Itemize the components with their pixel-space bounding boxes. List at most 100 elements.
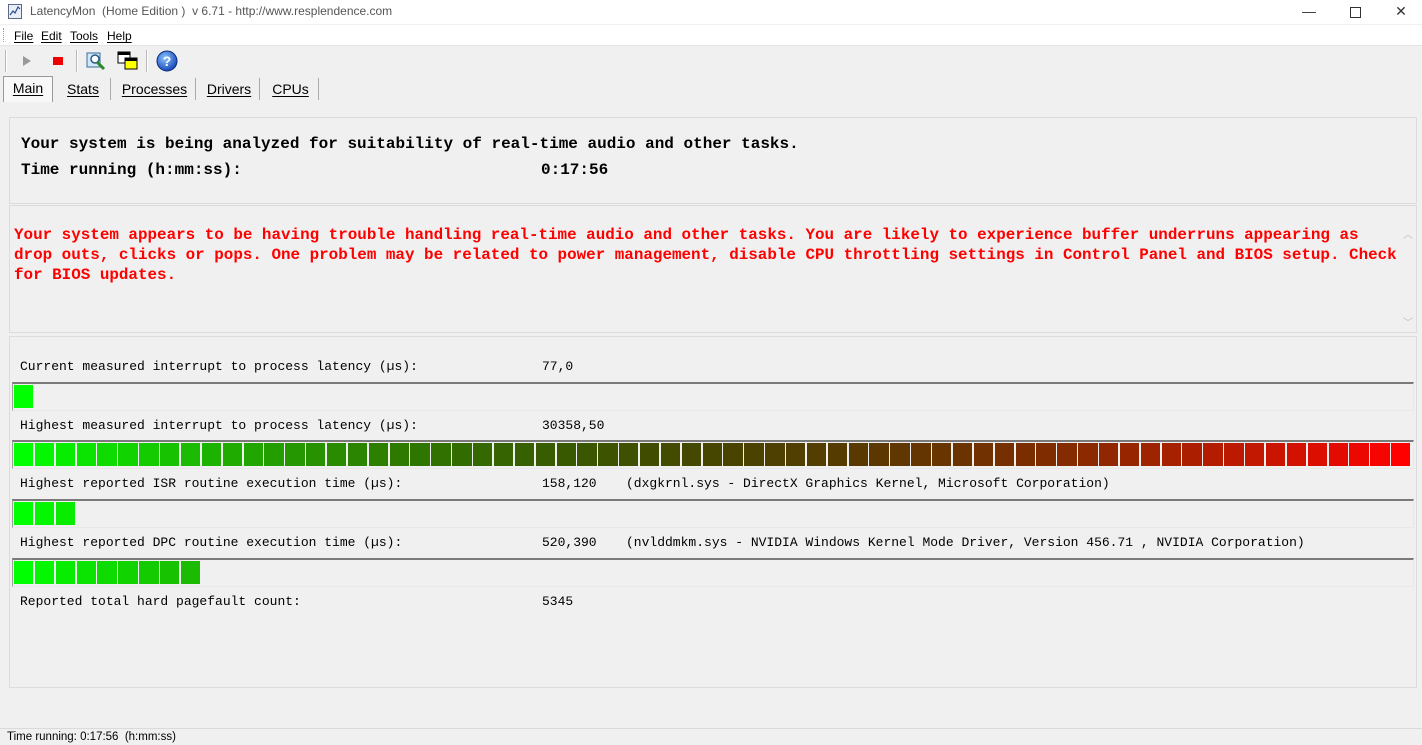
bar-segment bbox=[1203, 443, 1223, 466]
bar-segment bbox=[285, 443, 305, 466]
highest-latency-label: Highest measured interrupt to process la… bbox=[20, 418, 418, 433]
bar-segment bbox=[264, 443, 284, 466]
bar-segment bbox=[76, 443, 96, 466]
current-latency-value: 77,0 bbox=[542, 359, 574, 374]
bar-segment bbox=[1057, 443, 1077, 466]
highest-latency-bar bbox=[12, 440, 1414, 469]
stop-icon[interactable] bbox=[45, 49, 71, 73]
bar-segment bbox=[222, 443, 243, 466]
bar-segment bbox=[660, 443, 681, 466]
tab-processes[interactable]: Processes bbox=[114, 78, 196, 100]
time-running-value: 0:17:56 bbox=[541, 161, 609, 179]
current-latency-bar bbox=[12, 382, 1414, 411]
warning-message: Your system appears to be having trouble… bbox=[14, 226, 1397, 284]
bar-segment bbox=[1224, 443, 1244, 466]
bar-segment bbox=[1119, 443, 1140, 466]
bar-segment bbox=[389, 443, 409, 466]
status-text: Time running: 0:17:56 (h:mm:ss) bbox=[7, 731, 176, 743]
menu-bar: File Edit Tools Help bbox=[0, 25, 1422, 46]
minimize-icon: — bbox=[1302, 3, 1316, 19]
bar-segment bbox=[681, 443, 702, 466]
bar-segment bbox=[702, 443, 722, 466]
bar-segment bbox=[1349, 443, 1369, 466]
tab-drivers[interactable]: Drivers bbox=[199, 78, 260, 100]
tab-main[interactable]: Main bbox=[3, 76, 53, 102]
dpc-bar bbox=[12, 558, 1414, 587]
bar-segment bbox=[431, 443, 451, 466]
analysis-panel: Your system is being analyzed for suitab… bbox=[9, 117, 1417, 204]
tab-strip: Main Stats Processes Drivers CPUs bbox=[0, 76, 1422, 102]
menu-help[interactable]: Help bbox=[107, 29, 132, 43]
close-button[interactable]: ✕ bbox=[1378, 0, 1422, 24]
bar-segment bbox=[577, 443, 597, 466]
tab-cpus[interactable]: CPUs bbox=[263, 78, 319, 100]
bar-segment bbox=[952, 443, 973, 466]
bar-segment bbox=[326, 443, 347, 466]
analysis-message: Your system is being analyzed for suitab… bbox=[21, 135, 799, 153]
menu-tools[interactable]: Tools bbox=[70, 29, 98, 43]
bar-segment bbox=[994, 443, 1015, 466]
bar-segment bbox=[973, 443, 994, 466]
bar-segment bbox=[14, 561, 34, 584]
tab-stats[interactable]: Stats bbox=[56, 78, 111, 100]
help-icon[interactable]: ? bbox=[154, 49, 180, 73]
bar-segment bbox=[806, 443, 827, 466]
menu-edit[interactable]: Edit bbox=[41, 29, 62, 43]
isr-detail: (dxgkrnl.sys - DirectX Graphics Kernel, … bbox=[626, 476, 1110, 491]
bar-segment bbox=[139, 561, 159, 584]
scroll-down-icon[interactable]: ﹀ bbox=[1403, 314, 1413, 330]
bar-segment bbox=[160, 443, 180, 466]
bar-segment bbox=[473, 443, 493, 466]
bar-segment bbox=[180, 561, 201, 584]
bar-segment bbox=[243, 443, 263, 466]
current-latency-label: Current measured interrupt to process la… bbox=[20, 359, 418, 374]
bar-segment bbox=[786, 443, 806, 466]
bar-segment bbox=[118, 443, 138, 466]
dpc-label: Highest reported DPC routine execution t… bbox=[20, 535, 403, 550]
bar-segment bbox=[744, 443, 764, 466]
bar-segment bbox=[368, 443, 389, 466]
time-running-label: Time running (h:mm:ss): bbox=[21, 161, 242, 179]
analyze-icon[interactable] bbox=[83, 49, 109, 73]
scroll-up-icon[interactable]: ︿ bbox=[1403, 226, 1413, 242]
warning-scrollbar[interactable]: ︿ ﹀ bbox=[1400, 218, 1416, 330]
toolbar: ? bbox=[0, 46, 1422, 76]
bar-segment bbox=[639, 443, 660, 466]
bar-segment bbox=[55, 561, 76, 584]
bar-segment bbox=[306, 443, 326, 466]
bar-segment bbox=[848, 443, 868, 466]
bar-segment bbox=[827, 443, 848, 466]
bar-segment bbox=[118, 561, 138, 584]
windows-icon[interactable] bbox=[115, 49, 141, 73]
bar-segment bbox=[1161, 443, 1181, 466]
bar-segment bbox=[556, 443, 576, 466]
bar-segment bbox=[1307, 443, 1328, 466]
minimize-button[interactable]: — bbox=[1286, 0, 1332, 24]
bar-segment bbox=[932, 443, 952, 466]
maximize-button[interactable] bbox=[1332, 0, 1378, 24]
bar-segment bbox=[1036, 443, 1056, 466]
bar-segment bbox=[34, 502, 55, 525]
title-bar: LatencyMon (Home Edition ) v 6.71 - http… bbox=[0, 0, 1422, 24]
bar-segment bbox=[1286, 443, 1307, 466]
bar-segment bbox=[1099, 443, 1119, 466]
window-title: LatencyMon (Home Edition ) v 6.71 - http… bbox=[30, 4, 393, 18]
close-icon: ✕ bbox=[1395, 3, 1407, 19]
bar-segment bbox=[1265, 443, 1286, 466]
bar-segment bbox=[347, 443, 368, 466]
highest-latency-value: 30358,50 bbox=[542, 418, 605, 433]
bar-segment bbox=[890, 443, 910, 466]
bar-segment bbox=[76, 561, 96, 584]
bar-segment bbox=[160, 561, 180, 584]
isr-value: 158,120 bbox=[542, 476, 597, 491]
pagefault-label: Reported total hard pagefault count: bbox=[20, 594, 301, 609]
bar-segment bbox=[598, 443, 618, 466]
status-bar: Time running: 0:17:56 (h:mm:ss) bbox=[0, 728, 1422, 745]
menu-file[interactable]: File bbox=[14, 29, 33, 43]
bar-segment bbox=[514, 443, 535, 466]
play-icon[interactable] bbox=[14, 49, 40, 73]
bar-segment bbox=[535, 443, 555, 466]
toolbar-separator bbox=[76, 50, 78, 72]
bar-segment bbox=[1328, 443, 1348, 466]
dpc-value: 520,390 bbox=[542, 535, 597, 550]
